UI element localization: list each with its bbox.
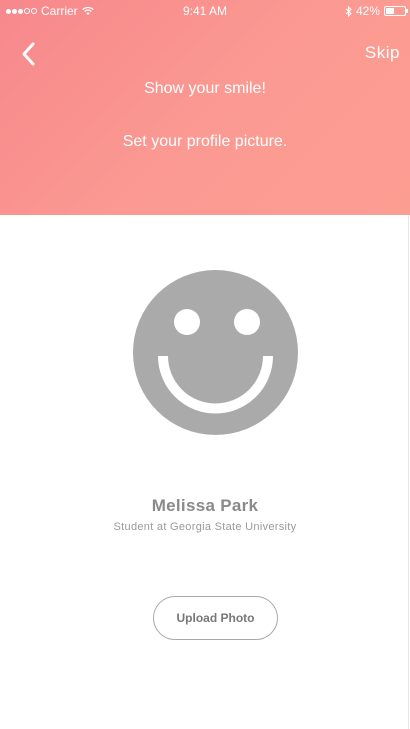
battery-percent: 42% [355,4,380,18]
chevron-left-icon [22,42,35,66]
profile-name: Melissa Park [151,496,259,515]
smiley-placeholder-icon[interactable] [133,270,298,435]
battery-level [386,8,394,14]
profile-subtitle: Student at Georgia State University [113,521,297,533]
right-edge-divider [408,215,409,729]
header-subtitle: Set your profile picture. [122,133,288,150]
header-banner: Carrier 9:41 AM 42% Skip Show your smile… [0,0,410,215]
status-bar: Carrier 9:41 AM 42% [0,0,410,22]
battery-icon [384,6,408,16]
back-button[interactable] [18,38,42,70]
header-title: Show your smile! [144,80,266,97]
status-right: 42% [345,4,408,18]
skip-button[interactable]: Skip [365,43,400,63]
upload-photo-button[interactable]: Upload Photo [153,596,278,640]
bluetooth-icon [345,5,352,17]
